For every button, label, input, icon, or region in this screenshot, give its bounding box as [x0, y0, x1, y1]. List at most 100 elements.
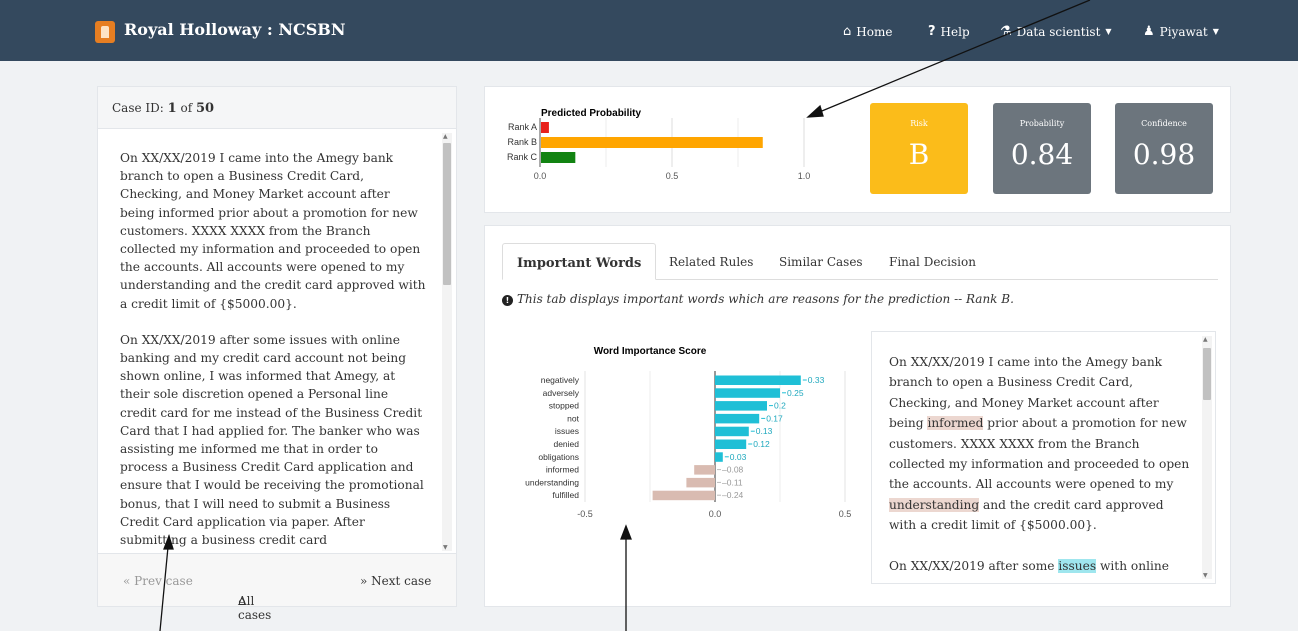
home-icon: ⌂ [843, 24, 852, 39]
scroll-thumb[interactable] [1203, 348, 1211, 400]
user-icon: ♟ [1143, 24, 1155, 39]
x-tick-label: 0.0 [709, 509, 722, 519]
y-tick-label: obligations [538, 452, 579, 462]
importance-bar [715, 452, 723, 462]
all-cases-label: All cases [238, 594, 272, 622]
risk-card: Risk B [870, 103, 968, 194]
data-label: –0.11 [722, 477, 743, 487]
data-scientist-icon: ⚗ [1000, 24, 1012, 39]
data-label: 0.17 [766, 413, 783, 423]
y-tick-label: fulfilled [553, 490, 580, 500]
brand-logo-icon[interactable] [95, 21, 115, 43]
analysis-panel: Important Words Related Rules Similar Ca… [484, 225, 1231, 607]
tab-info: ! This tab displays important words which… [502, 292, 1014, 306]
y-tick-label: Rank C [507, 152, 538, 162]
y-tick-label: issues [555, 426, 579, 436]
case-id-prefix: Case ID: [112, 101, 168, 115]
y-tick-label: denied [553, 439, 579, 449]
nav-data-scientist-label: Data scientist [1016, 24, 1101, 39]
word-importance-chart: Word Importance Score -0.5 0.0 0.5 negativel… [525, 346, 852, 519]
scroll-thumb[interactable] [443, 143, 451, 285]
scroll-down-icon[interactable]: ▼ [1203, 572, 1208, 579]
x-tick-label: 0.5 [839, 509, 852, 519]
navbar: Royal Holloway : NCSBN ⌂ Home ? Help ⚗ D… [0, 0, 1298, 61]
y-tick-label: understanding [525, 477, 579, 487]
scroll-up-icon[interactable]: ▲ [443, 133, 448, 140]
tab-important-words[interactable]: Important Words [502, 243, 657, 280]
importance-bar [694, 465, 715, 475]
case-total-number: 50 [195, 101, 215, 116]
case-scrollbar[interactable]: ▲ ▼ [442, 133, 452, 551]
y-tick-label: stopped [549, 401, 580, 411]
scroll-up-icon[interactable]: ▲ [1203, 336, 1208, 343]
confidence-card: Confidence 0.98 [1115, 103, 1213, 194]
info-icon: ! [502, 295, 513, 306]
importance-bar [715, 439, 747, 449]
highlight-word-issues: issues [1058, 558, 1097, 573]
data-label: 0.12 [753, 439, 770, 449]
y-tick-label: informed [546, 465, 579, 475]
nav-user-label: Piyawat [1159, 24, 1208, 39]
tab-similar-cases[interactable]: Similar Cases [779, 243, 863, 280]
help-icon: ? [928, 24, 936, 39]
confidence-value: 0.98 [1132, 138, 1196, 171]
case-panel: Case ID: 1 of 50 On XX/XX/2019 I came in… [97, 86, 457, 622]
probability-bar [541, 122, 549, 133]
x-tick-label: 0.5 [666, 171, 679, 181]
importance-bar [715, 413, 760, 424]
highlighted-paragraph: On XX/XX/2019 I came into the Amegy bank… [889, 352, 1191, 536]
tab-final-decision[interactable]: Final Decision [889, 243, 976, 280]
nav-home-label: Home [856, 24, 893, 39]
nav-data-scientist-dropdown[interactable]: ⚗ Data scientist ▼ [1000, 24, 1112, 39]
chart-title: Predicted Probability [541, 108, 641, 119]
importance-bar [715, 388, 780, 398]
importance-bar [715, 401, 767, 411]
y-tick-label: not [567, 413, 579, 423]
tab-related-rules[interactable]: Related Rules [669, 243, 753, 280]
y-tick-label: Rank B [507, 137, 537, 147]
case-id-of: of [176, 101, 196, 115]
data-label: 0.25 [787, 388, 804, 398]
case-paragraph: On XX/XX/2019 I came into the Amegy bank… [120, 151, 426, 311]
case-header: Case ID: 1 of 50 [98, 87, 456, 129]
data-label: 0.33 [808, 375, 825, 385]
chart-title: Word Importance Score [594, 346, 707, 357]
case-id-number: 1 [167, 101, 177, 116]
data-label: –0.24 [722, 490, 744, 500]
probability-bar [541, 137, 763, 148]
next-case-link[interactable]: » Next case [360, 574, 431, 588]
x-tick-label: 1.0 [798, 171, 811, 181]
brand-title[interactable]: Royal Holloway : NCSBN [124, 20, 345, 39]
probability-label: Probability [1019, 119, 1065, 128]
importance-bar [715, 375, 801, 385]
probability-value: 0.84 [1010, 138, 1074, 171]
nav-home[interactable]: ⌂ Home [843, 24, 892, 39]
highlight-word-understanding: understanding [889, 497, 980, 512]
data-label: –0.08 [722, 465, 744, 475]
data-label: 0.2 [774, 401, 786, 411]
case-text[interactable]: On XX/XX/2019 I came into the Amegy bank… [98, 129, 456, 553]
risk-value: B [908, 138, 930, 171]
probability-bar [541, 152, 576, 163]
risk-label: Risk [910, 119, 928, 128]
nav-user-dropdown[interactable]: ♟ Piyawat ▼ [1143, 24, 1219, 39]
caret-down-icon: ▼ [1212, 27, 1219, 36]
info-text: This tab displays important words which … [517, 292, 1014, 306]
case-navigation: « Prev case ⌂ All cases » Next case [98, 553, 456, 622]
prev-case-link[interactable]: « Prev case [123, 574, 193, 588]
caret-down-icon: ▼ [1105, 27, 1112, 36]
x-tick-label: -0.5 [577, 509, 593, 519]
highlighted-text-box[interactable]: On XX/XX/2019 I came into the Amegy bank… [871, 331, 1216, 584]
tab-bar: Important Words Related Rules Similar Ca… [502, 243, 1218, 280]
predicted-probability-chart: Predicted Probability 0.0 0.5 1.0 Rank A Rank… [507, 108, 811, 181]
confidence-label: Confidence [1141, 119, 1187, 128]
nav-help[interactable]: ? Help [928, 24, 970, 39]
probability-card: Probability 0.84 [993, 103, 1091, 194]
y-tick-label: negatively [541, 375, 580, 385]
y-tick-label: adversely [543, 388, 580, 398]
scroll-down-icon[interactable]: ▼ [443, 544, 448, 551]
text-segment: with online [1096, 558, 1169, 573]
x-tick-label: 0.0 [534, 171, 547, 181]
text-box-scrollbar[interactable]: ▲ ▼ [1202, 336, 1212, 579]
case-paragraph: On XX/XX/2019 after some issues with onl… [120, 332, 424, 548]
